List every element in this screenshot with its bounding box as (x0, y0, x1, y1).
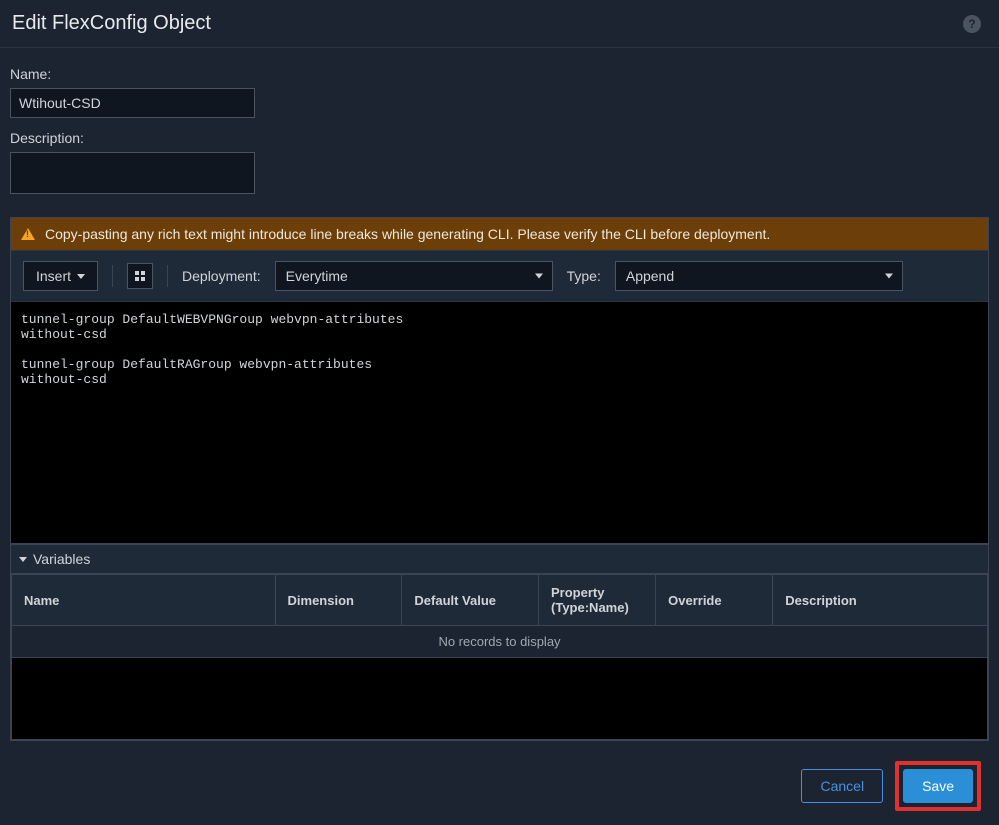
deployment-select-wrap: Everytime (275, 261, 553, 291)
collapse-icon (19, 557, 27, 562)
save-highlight: Save (895, 761, 981, 811)
chevron-down-icon (77, 274, 85, 279)
cli-editor[interactable]: tunnel-group DefaultWEBVPNGroup webvpn-a… (11, 302, 988, 544)
variables-table-wrap: Name Dimension Default Value Property (T… (11, 573, 988, 740)
deployment-label: Deployment: (182, 268, 261, 284)
name-label: Name: (10, 66, 989, 82)
description-field-group: Description: (10, 130, 989, 197)
warning-icon (21, 228, 35, 240)
editor-toolbar: Insert Deployment: Everytime Type: Appen… (11, 250, 988, 302)
type-label: Type: (567, 268, 601, 284)
expand-icon (135, 271, 145, 281)
main-panel: Copy-pasting any rich text might introdu… (10, 217, 989, 741)
description-label: Description: (10, 130, 989, 146)
table-header-row: Name Dimension Default Value Property (T… (12, 575, 988, 626)
save-button[interactable]: Save (903, 769, 973, 803)
variables-body (11, 658, 988, 740)
toolbar-divider (112, 265, 113, 287)
warning-text: Copy-pasting any rich text might introdu… (45, 226, 770, 242)
warning-bar: Copy-pasting any rich text might introdu… (11, 218, 988, 250)
help-icon[interactable]: ? (963, 15, 981, 33)
deployment-select[interactable]: Everytime (275, 261, 553, 291)
toolbar-divider (167, 265, 168, 287)
dialog-header: Edit FlexConfig Object ? (0, 0, 999, 48)
col-name: Name (12, 575, 276, 626)
variables-empty-text: No records to display (11, 626, 988, 658)
col-default-value: Default Value (402, 575, 539, 626)
description-input[interactable] (10, 152, 255, 194)
name-field-group: Name: (10, 66, 989, 118)
col-dimension: Dimension (275, 575, 402, 626)
type-select[interactable]: Append (615, 261, 903, 291)
form-section: Name: Description: (0, 48, 999, 217)
insert-button-label: Insert (36, 268, 71, 284)
col-override: Override (656, 575, 773, 626)
expand-button[interactable] (127, 263, 153, 289)
type-select-wrap: Append (615, 261, 903, 291)
col-property: Property (Type:Name) (539, 575, 656, 626)
dialog-footer: Cancel Save (0, 741, 999, 825)
cancel-button[interactable]: Cancel (801, 769, 883, 803)
name-input[interactable] (10, 88, 255, 118)
dialog-title: Edit FlexConfig Object (12, 12, 211, 35)
variables-header[interactable]: Variables (11, 544, 988, 573)
col-description: Description (773, 575, 988, 626)
variables-table: Name Dimension Default Value Property (T… (11, 574, 988, 626)
insert-button[interactable]: Insert (23, 261, 98, 291)
variables-label: Variables (33, 551, 90, 567)
